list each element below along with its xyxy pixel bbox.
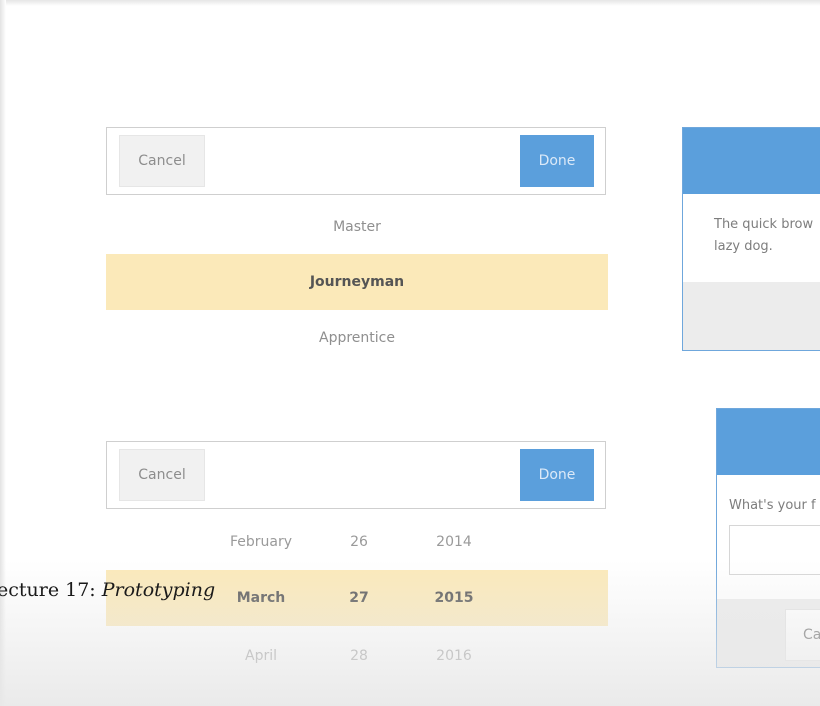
date-picker-done-button[interactable]: Done [520, 449, 594, 501]
level-option-journeyman-selected[interactable]: Journeyman [106, 254, 608, 310]
date-month: April [245, 648, 277, 664]
alert-dialog-header [683, 128, 820, 194]
date-year: 2016 [436, 648, 472, 664]
lecture-caption: ecture 17: Prototyping [0, 579, 215, 609]
date-day: 28 [350, 648, 368, 664]
alert-dialog-body-line2: lazy dog. [714, 239, 773, 254]
date-day: 26 [350, 534, 368, 550]
date-month: February [229, 534, 293, 550]
date-picker-cancel-button[interactable]: Cancel [119, 449, 205, 501]
alert-dialog-body-line1: The quick brow [714, 217, 814, 232]
prompt-cancel-button[interactable]: Ca [785, 609, 820, 661]
level-option-label: Journeyman [309, 274, 405, 290]
date-month: March [236, 590, 286, 606]
date-row-previous[interactable]: February 26 2014 [106, 514, 608, 570]
level-option-label: Master [333, 219, 381, 235]
alert-dialog: The quick brow lazy dog. [682, 127, 820, 351]
level-picker-cancel-button[interactable]: Cancel [119, 135, 205, 187]
prompt-dialog-question: What's your f [729, 498, 816, 513]
date-year: 2015 [434, 590, 474, 606]
level-option-master[interactable]: Master [106, 199, 608, 255]
prompt-dialog-header [717, 409, 820, 475]
alert-dialog-footer [683, 282, 820, 350]
level-picker-done-button[interactable]: Done [520, 135, 594, 187]
date-day: 27 [349, 590, 369, 606]
level-picker-toolbar: Cancel Done [106, 127, 606, 195]
date-picker-toolbar: Cancel Done [106, 441, 606, 509]
level-option-label: Apprentice [319, 330, 395, 346]
prompt-name-input[interactable] [729, 525, 820, 575]
lecture-caption-topic: Prototyping [101, 579, 216, 601]
slide-top-edge [0, 0, 820, 6]
date-year: 2014 [436, 534, 472, 550]
lecture-caption-prefix: ecture 17: [0, 579, 102, 601]
date-row-next[interactable]: April 28 2016 [106, 628, 608, 684]
prompt-dialog: What's your f Ca [716, 408, 820, 668]
level-option-apprentice[interactable]: Apprentice [106, 310, 608, 366]
